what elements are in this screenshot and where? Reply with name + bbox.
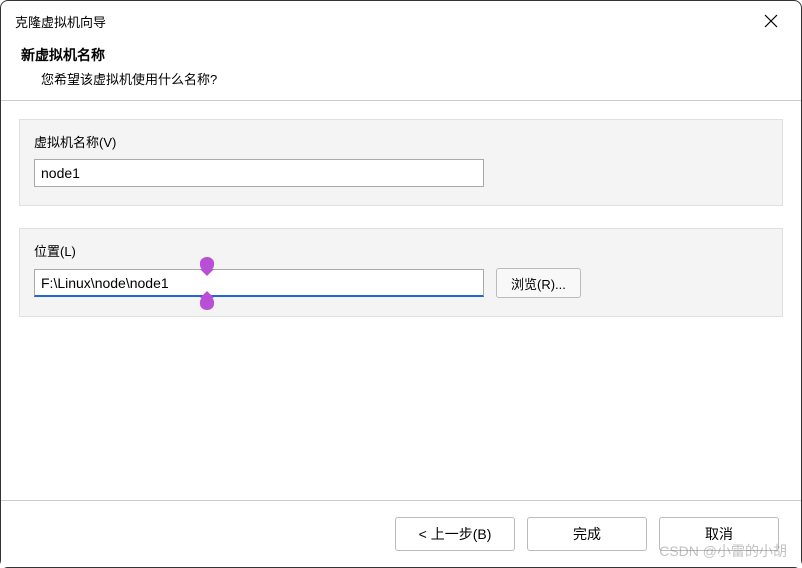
back-button[interactable]: < 上一步(B) bbox=[395, 517, 515, 551]
close-icon bbox=[764, 14, 778, 28]
button-bar: < 上一步(B) 完成 取消 bbox=[1, 500, 801, 567]
browse-button[interactable]: 浏览(R)... bbox=[496, 268, 581, 298]
finish-button[interactable]: 完成 bbox=[527, 517, 647, 551]
location-input[interactable] bbox=[34, 269, 484, 297]
wizard-header: 新虚拟机名称 您希望该虚拟机使用什么名称? bbox=[1, 41, 801, 101]
location-label: 位置(L) bbox=[34, 241, 768, 260]
content-area: 虚拟机名称(V) 位置(L) 浏览(R)... bbox=[1, 101, 801, 317]
vm-name-input[interactable] bbox=[34, 159, 484, 187]
window-title: 克隆虚拟机向导 bbox=[15, 12, 106, 31]
vm-name-label: 虚拟机名称(V) bbox=[34, 132, 768, 151]
location-group: 位置(L) 浏览(R)... bbox=[19, 228, 783, 317]
page-subtitle: 您希望该虚拟机使用什么名称? bbox=[41, 69, 781, 88]
titlebar: 克隆虚拟机向导 bbox=[1, 1, 801, 41]
close-button[interactable] bbox=[755, 5, 787, 37]
vm-name-group: 虚拟机名称(V) bbox=[19, 119, 783, 206]
cancel-button[interactable]: 取消 bbox=[659, 517, 779, 551]
page-title: 新虚拟机名称 bbox=[21, 45, 781, 65]
